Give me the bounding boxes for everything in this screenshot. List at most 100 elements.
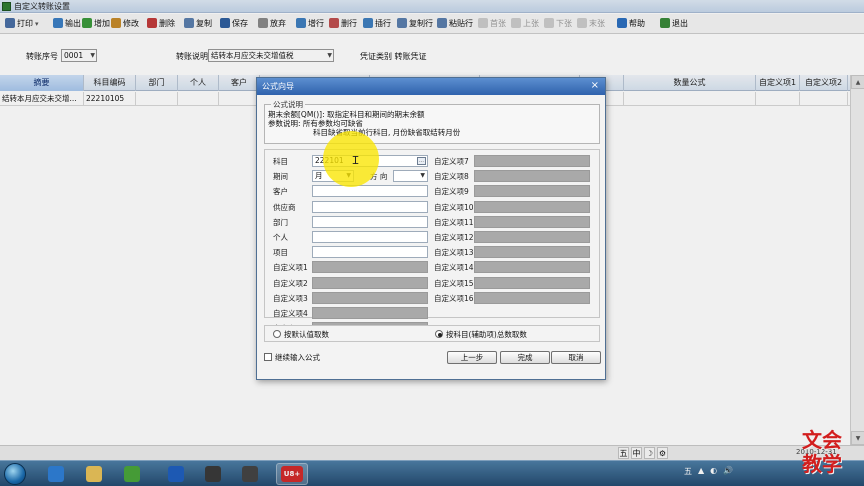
taskbar-app[interactable] — [197, 463, 229, 485]
table-cell[interactable] — [624, 92, 756, 106]
radio-label: 按科目(辅助项)总数取数 — [446, 330, 527, 339]
toolbar-icon — [296, 18, 306, 28]
radio-account-total[interactable]: 按科目(辅助项)总数取数 — [435, 329, 527, 340]
start-button[interactable] — [4, 463, 26, 485]
toolbar-button[interactable]: 打印 ▾ — [5, 16, 39, 31]
toolbar: 打印 ▾ 输出 增加 修改 删除 复制 保存 放弃 增行 删行 插行 复制行 粘贴行 首张 上张 下张 末张 帮助 退… — [0, 14, 864, 34]
taskbar-app[interactable] — [234, 463, 266, 485]
field-input[interactable] — [312, 200, 428, 213]
field-input[interactable] — [312, 231, 428, 243]
transfer-desc-value: 结转本月应交未交增值税 — [211, 51, 294, 60]
field-label: 科目 — [273, 157, 288, 166]
checkbox-label: 继续输入公式 — [275, 353, 320, 362]
toolbar-button[interactable]: 删除 — [147, 16, 175, 31]
finish-button[interactable]: 完成 — [500, 351, 550, 364]
toolbar-button[interactable]: 末张 — [577, 16, 605, 31]
table-cell[interactable] — [219, 92, 260, 106]
radio-default-value[interactable]: 按默认值取数 — [273, 329, 329, 340]
status-bar: 五中 ☽ ⚙ 2010-12-31 — [0, 445, 864, 460]
custom-field-input — [474, 200, 590, 213]
field-input[interactable] — [312, 246, 428, 259]
formula-description: 公式说明 期末余额[QM()]: 取指定科目和期间的期末余额 参数说明: 所有参… — [264, 99, 600, 144]
field-input — [312, 276, 428, 289]
toolbar-button[interactable]: 退出 — [660, 16, 688, 31]
ime-button[interactable]: ⚙ — [657, 447, 668, 459]
toolbar-icon — [5, 18, 15, 28]
transfer-no-select[interactable]: 0001 ▼ — [61, 49, 97, 62]
toolbar-button[interactable]: 帮助 — [617, 16, 645, 31]
column-header[interactable]: 摘要 — [0, 75, 84, 91]
field-input — [312, 307, 428, 319]
toolbar-button[interactable]: 首张 — [478, 16, 506, 31]
toolbar-label: 末张 — [589, 19, 605, 28]
continue-input-checkbox[interactable]: 继续输入公式 — [264, 352, 320, 363]
toolbar-button[interactable]: 修改 — [111, 16, 139, 31]
direction-select[interactable]: ▼ — [393, 170, 428, 183]
column-header[interactable]: 自定义项2 — [800, 75, 848, 91]
toolbar-button[interactable]: 粘贴行 — [437, 16, 473, 31]
window-title: 自定义转账设置 — [14, 2, 70, 11]
toolbar-button[interactable]: 删行 — [329, 16, 357, 31]
taskbar-app[interactable]: U8+ — [276, 463, 308, 485]
toolbar-icon — [660, 18, 670, 28]
chevron-down-icon: ▼ — [90, 52, 95, 59]
taskbar-app[interactable] — [116, 463, 148, 485]
toolbar-button[interactable]: 下张 — [544, 16, 572, 31]
transfer-desc-select[interactable]: 结转本月应交未交增值税 ▼ — [208, 49, 334, 62]
transfer-no-label: 转账序号 — [26, 52, 58, 61]
fetch-options: 按默认值取数 按科目(辅助项)总数取数 — [264, 325, 600, 342]
table-cell[interactable] — [756, 92, 800, 106]
toolbar-button[interactable]: 增行 — [296, 16, 324, 31]
toolbar-button[interactable]: 保存 — [220, 16, 248, 31]
reference-icon[interactable]: … — [417, 157, 426, 165]
scroll-up-icon[interactable]: ▲ — [851, 75, 864, 89]
taskbar-app[interactable] — [40, 463, 72, 485]
column-header[interactable]: 个人 — [178, 75, 219, 91]
cancel-button[interactable]: 取消 — [551, 351, 601, 364]
column-header[interactable]: 自定义项1 — [756, 75, 800, 91]
text-cursor-icon: Ｉ — [350, 154, 361, 167]
custom-field-input — [474, 291, 590, 304]
taskbar-app[interactable] — [78, 463, 110, 485]
vertical-scrollbar[interactable]: ▲ ▼ — [850, 75, 864, 445]
column-header[interactable]: 客户 — [219, 75, 260, 91]
toolbar-button[interactable]: 输出 — [53, 16, 81, 31]
taskbar-app[interactable] — [160, 463, 192, 485]
toolbar-button[interactable]: 插行 — [363, 16, 391, 31]
toolbar-icon — [258, 18, 268, 28]
table-cell[interactable]: 结转本月应交未交增... — [0, 92, 84, 106]
column-header[interactable]: 科目编码 — [84, 75, 136, 91]
scroll-down-icon[interactable]: ▼ — [851, 431, 864, 445]
field-input[interactable] — [312, 185, 428, 198]
toolbar-button[interactable]: 上张 — [511, 16, 539, 31]
tray-icon[interactable]: 五 — [684, 466, 692, 477]
toolbar-icon — [147, 18, 157, 28]
field-label: 部门 — [273, 217, 288, 227]
transfer-desc-label: 转账说明 — [176, 52, 208, 61]
field-label: 自定义项9 — [434, 187, 469, 197]
toolbar-button[interactable]: 增加 — [82, 16, 110, 31]
table-cell[interactable] — [800, 92, 848, 106]
table-cell[interactable] — [178, 92, 219, 106]
field-label: 自定义项8 — [434, 172, 469, 182]
tray-icon[interactable]: 🔊 — [723, 466, 733, 477]
toolbar-label: 删行 — [341, 19, 357, 28]
column-header[interactable]: 数量公式 — [624, 75, 756, 91]
toolbar-button[interactable]: 复制 — [184, 16, 212, 31]
toolbar-icon — [184, 18, 194, 28]
column-header[interactable]: 部门 — [136, 75, 178, 91]
ime-button[interactable]: ☽ — [644, 447, 655, 459]
field-input[interactable] — [312, 215, 428, 228]
ime-button[interactable]: 五 — [618, 447, 629, 459]
table-cell[interactable] — [136, 92, 178, 106]
close-icon[interactable]: × — [591, 80, 599, 92]
tray-icon[interactable]: ◐ — [710, 466, 717, 477]
toolbar-button[interactable]: 放弃 — [258, 16, 286, 31]
prev-step-button[interactable]: 上一步 — [447, 351, 497, 364]
toolbar-icon — [544, 18, 554, 28]
ime-button[interactable]: 中 — [631, 447, 642, 459]
toolbar-button[interactable]: 复制行 — [397, 16, 433, 31]
tray-icon[interactable]: ▲ — [698, 466, 704, 477]
table-cell[interactable]: 22210105 — [84, 92, 136, 106]
toolbar-icon — [82, 18, 92, 28]
